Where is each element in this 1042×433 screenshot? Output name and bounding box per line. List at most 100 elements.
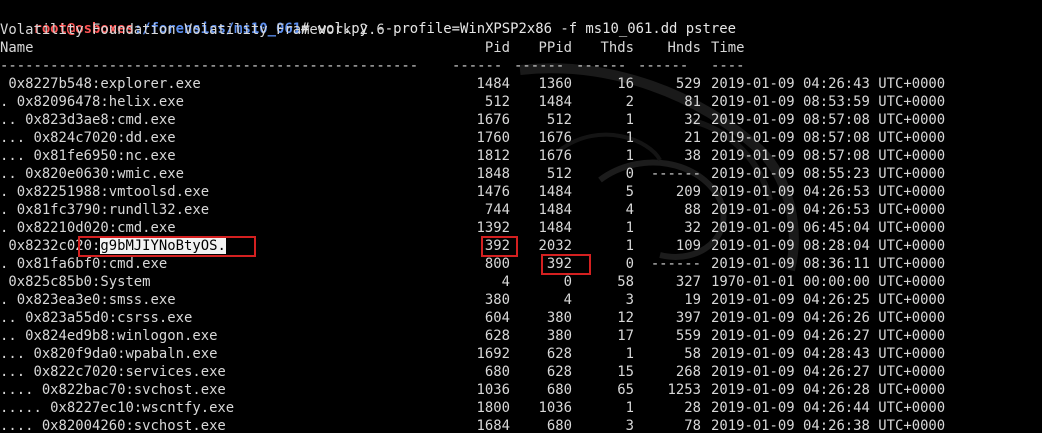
table-row: . 0x82096478:helix.exe 512 1484 2 81 2019-01-… [0, 94, 1042, 111]
process-threads: 17 [617, 328, 634, 344]
process-handles: 19 [684, 292, 701, 308]
process-threads: 3 [625, 418, 634, 433]
process-handles: 32 [684, 112, 701, 128]
process-pid: 1476 [476, 184, 510, 200]
process-handles: 81 [684, 94, 701, 110]
table-separator: ----------------------------------------… [0, 58, 1042, 75]
process-pid: 512 [484, 94, 510, 110]
table-row: .. 0x824ed9b8:winlogon.exe 628 380 17 559 201… [0, 328, 1042, 345]
process-threads: 0 [625, 166, 634, 182]
process-ppid: 680 [546, 382, 572, 398]
table-row: . 0x82210d020:cmd.exe 1392 1484 1 32 2019-01-… [0, 220, 1042, 237]
process-pid: 680 [484, 364, 510, 380]
separator-hnds: ------ [638, 58, 689, 74]
table-row: ... 0x81fe6950:nc.exe 1812 1676 1 38 2019-01-… [0, 148, 1042, 165]
process-threads: 1 [625, 148, 634, 164]
process-pid: 4 [501, 274, 510, 290]
table-row: ..... 0x8227ec10:wscntfy.exe 1800 1036 1 28 2… [0, 400, 1042, 417]
process-name: ... 0x822c7020:services.exe [0, 364, 226, 380]
highlight-box-ppid [541, 254, 591, 275]
process-pid: 1800 [476, 400, 510, 416]
process-handles: 32 [684, 220, 701, 236]
process-time: 2019-01-09 04:26:44 UTC+0000 [711, 400, 946, 416]
process-pid: 380 [484, 292, 510, 308]
process-time: 2019-01-09 04:26:53 UTC+0000 [711, 202, 946, 218]
process-handles: 397 [675, 310, 701, 326]
process-time: 2019-01-09 04:26:38 UTC+0000 [711, 418, 946, 433]
process-threads: 1 [625, 112, 634, 128]
table-row: . 0x81fa6bf0:cmd.exe 800 392 0 ------ 2019-01… [0, 256, 1042, 273]
process-ppid: 628 [546, 346, 572, 362]
process-time: 2019-01-09 04:26:27 UTC+0000 [711, 364, 946, 380]
table-row: .... 0x82004260:svchost.exe 1684 680 3 78 201… [0, 418, 1042, 433]
process-handles: 1253 [667, 382, 701, 398]
process-time: 2019-01-09 08:53:59 UTC+0000 [711, 94, 946, 110]
table-header-row: Name Pid PPid Thds Hnds Time [0, 40, 1042, 57]
process-time: 2019-01-09 08:57:08 UTC+0000 [711, 148, 946, 164]
process-threads: 65 [617, 382, 634, 398]
process-ppid: 1484 [538, 184, 572, 200]
highlight-box-pid [481, 236, 518, 257]
process-ppid: 628 [546, 364, 572, 380]
process-name: . 0x823ea3e0:smss.exe [0, 292, 176, 308]
separator-name: ----------------------------------------… [0, 58, 419, 74]
separator-thds: ------ [576, 58, 627, 74]
process-ppid: 1484 [538, 94, 572, 110]
process-name: 0x825c85b0:System [0, 274, 151, 290]
process-handles: ------ [650, 256, 701, 272]
process-time: 2019-01-09 08:57:08 UTC+0000 [711, 130, 946, 146]
header-name: Name [0, 40, 34, 56]
process-ppid: 1360 [538, 76, 572, 92]
table-row: 0x825c85b0:System 4 0 58 327 1970-01-01 00:00… [0, 274, 1042, 291]
process-name: . 0x82096478:helix.exe [0, 94, 184, 110]
separator-time: ---- [711, 58, 745, 74]
process-pid: 1484 [476, 76, 510, 92]
process-pid: 1392 [476, 220, 510, 236]
table-row: .... 0x822bac70:svchost.exe 1036 680 65 1253… [0, 382, 1042, 399]
process-handles: 109 [675, 238, 701, 254]
header-time: Time [711, 40, 745, 56]
process-pid: 1760 [476, 130, 510, 146]
process-threads: 5 [625, 184, 634, 200]
process-name: . 0x81fa6bf0:cmd.exe [0, 256, 168, 272]
banner-line: Volatility Foundation Volatility Framewo… [0, 22, 385, 38]
process-handles: 559 [675, 328, 701, 344]
process-time: 2019-01-09 04:26:26 UTC+0000 [711, 310, 946, 326]
header-hnds: Hnds [667, 40, 701, 56]
process-time: 1970-01-01 00:00:00 UTC+0000 [711, 274, 946, 290]
process-time: 2019-01-09 04:28:43 UTC+0000 [711, 346, 946, 362]
table-row: ... 0x820f9da0:wpabaln.exe 1692 628 1 58 2019… [0, 346, 1042, 363]
process-threads: 1 [625, 220, 634, 236]
process-pid: 1692 [476, 346, 510, 362]
table-row: .. 0x823d3ae8:cmd.exe 1676 512 1 32 2019-01-0… [0, 112, 1042, 129]
process-time: 2019-01-09 08:55:23 UTC+0000 [711, 166, 946, 182]
terminal-window[interactable]: root@osboxes:/forensics/ms10_061# vol.py… [0, 0, 1042, 433]
process-ppid: 4 [563, 292, 572, 308]
process-threads: 16 [617, 76, 634, 92]
process-handles: 268 [675, 364, 701, 380]
process-name: . 0x81fc3790:rundll32.exe [0, 202, 210, 218]
process-time: 2019-01-09 04:26:43 UTC+0000 [711, 76, 946, 92]
process-ppid: 2032 [538, 238, 572, 254]
process-handles: 28 [684, 400, 701, 416]
process-name: .. 0x824ed9b8:winlogon.exe [0, 328, 218, 344]
process-name: . 0x82251988:vmtoolsd.exe [0, 184, 210, 200]
process-threads: 4 [625, 202, 634, 218]
process-ppid: 512 [546, 166, 572, 182]
process-name: .. 0x823d3ae8:cmd.exe [0, 112, 176, 128]
process-pid: 800 [484, 256, 510, 272]
process-pid: 744 [484, 202, 510, 218]
process-threads: 1 [625, 346, 634, 362]
process-handles: ------ [650, 166, 701, 182]
process-handles: 21 [684, 130, 701, 146]
table-row: ... 0x822c7020:services.exe 680 628 15 268 20… [0, 364, 1042, 381]
process-ppid: 512 [546, 112, 572, 128]
process-threads: 1 [625, 238, 634, 254]
table-row: . 0x81fc3790:rundll32.exe 744 1484 4 88 2019-… [0, 202, 1042, 219]
process-ppid: 380 [546, 310, 572, 326]
process-handles: 209 [675, 184, 701, 200]
process-name: ... 0x824c7020:dd.exe [0, 130, 176, 146]
process-name: .. 0x820e0630:wmic.exe [0, 166, 184, 182]
process-threads: 12 [617, 310, 634, 326]
process-pid: 1812 [476, 148, 510, 164]
